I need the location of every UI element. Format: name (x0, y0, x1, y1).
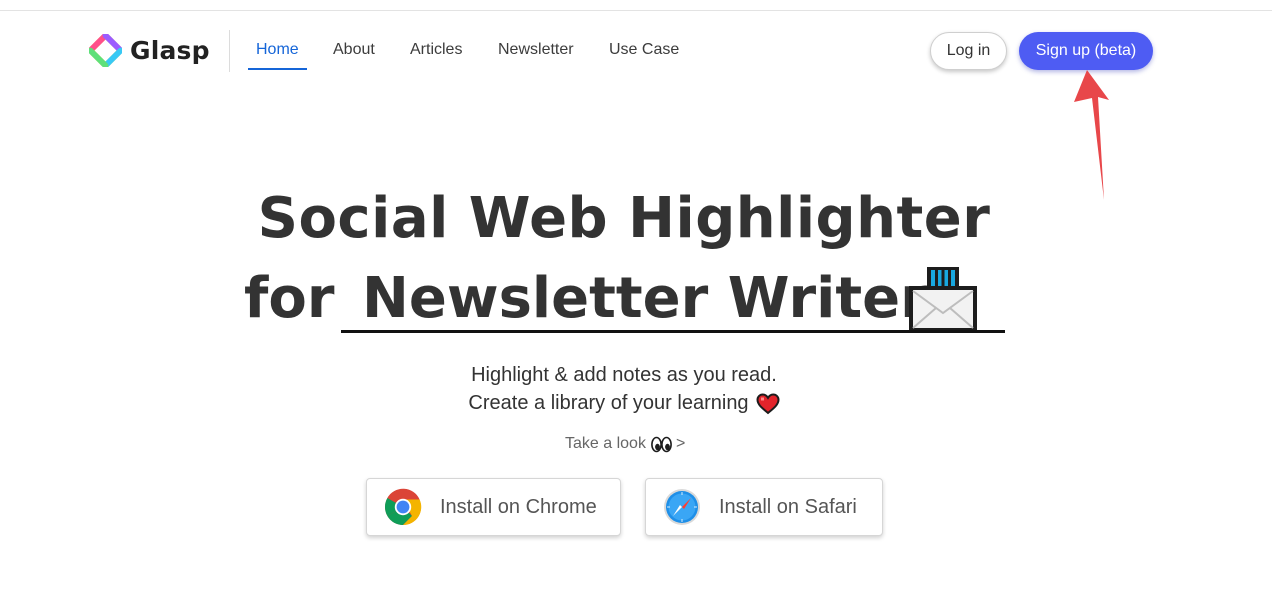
signup-button[interactable]: Sign up (beta) (1019, 32, 1153, 70)
glasp-diamond-logo-icon (89, 34, 122, 67)
hero-headline: Social Web Highlighter (257, 186, 991, 251)
envelope-icon (909, 267, 977, 332)
install-chrome-label: Install on Chrome (440, 495, 597, 518)
hero-rotating-text: Newsletter Writers (362, 266, 962, 331)
heart-icon (756, 392, 780, 414)
chrome-icon (384, 488, 422, 526)
eyes-icon (651, 436, 672, 452)
glasp-logo-link[interactable]: Glasp (89, 34, 210, 67)
take-a-look-chevron: > (675, 435, 686, 452)
brand-name: Glasp (130, 36, 210, 65)
header-divider (229, 30, 230, 72)
install-chrome-button[interactable]: Install on Chrome (366, 478, 621, 536)
take-a-look-label: Take a look (565, 435, 646, 452)
login-button[interactable]: Log in (930, 32, 1007, 70)
install-safari-label: Install on Safari (719, 495, 857, 518)
safari-compass-icon (664, 489, 700, 525)
nav-about[interactable]: About (333, 41, 375, 59)
take-a-look-link[interactable]: Take a look > (565, 435, 685, 453)
subtitle-line-2-row: Create a library of your learning (0, 392, 1248, 415)
nav-active-indicator (248, 68, 307, 70)
subtitle-line-1: Highlight & add notes as you read. (471, 364, 777, 386)
subtitle-line-2: Create a library of your learning (468, 392, 749, 414)
install-safari-button[interactable]: Install on Safari (645, 478, 883, 536)
nav-newsletter[interactable]: Newsletter (498, 41, 574, 59)
hero-underline (341, 330, 1005, 333)
hero-for-word: for (244, 266, 335, 331)
nav-home[interactable]: Home (256, 41, 299, 59)
top-border-line (0, 10, 1272, 11)
nav-use-case[interactable]: Use Case (609, 41, 679, 59)
nav-articles[interactable]: Articles (410, 41, 462, 59)
